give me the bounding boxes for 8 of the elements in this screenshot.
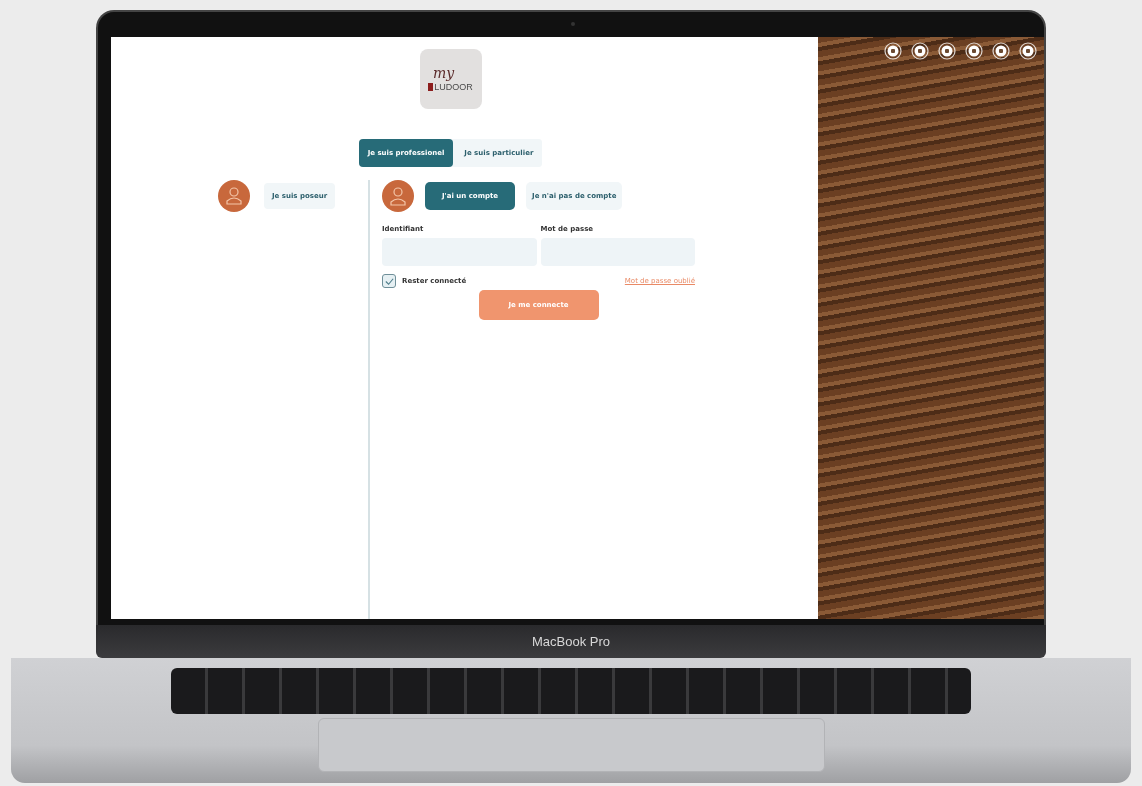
person-avatar-icon	[218, 180, 250, 212]
checkbox[interactable]	[382, 274, 396, 288]
logo-name: LUDOOR	[434, 82, 473, 92]
logo-script: my	[432, 66, 455, 80]
logo-mark-icon	[428, 83, 434, 91]
camera-icon	[571, 22, 575, 26]
device-label: MacBook Pro	[531, 634, 610, 649]
person-avatar-icon	[382, 180, 414, 212]
